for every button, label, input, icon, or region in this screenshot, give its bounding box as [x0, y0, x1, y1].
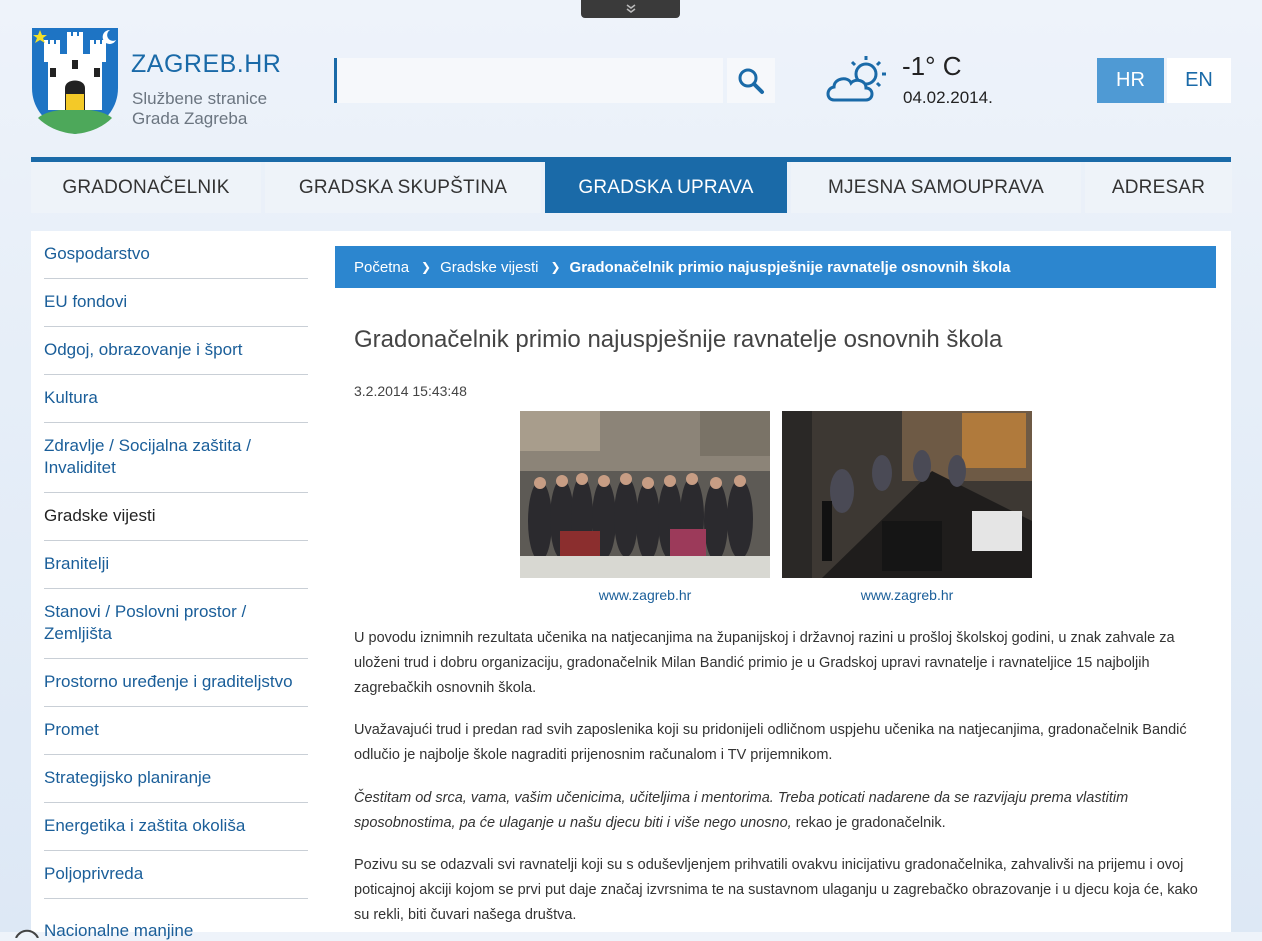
weather-temperature: -1° C: [902, 51, 962, 81]
search-button[interactable]: [727, 58, 775, 103]
accessibility-icon[interactable]: [14, 924, 40, 938]
sidebar-item-promet[interactable]: Promet: [44, 707, 308, 755]
sidebar-item-poljoprivreda[interactable]: Poljoprivreda: [44, 851, 308, 899]
article-photo-group[interactable]: [520, 411, 770, 578]
sidebar-item-stanovi-poslovni-prostor[interactable]: Stanovi / Poslovni prostor / Zemljišta: [44, 589, 308, 659]
search-input[interactable]: [334, 58, 723, 103]
nav-item-gradska-uprava[interactable]: GRADSKA UPRAVA: [545, 162, 787, 213]
weather-date: 04.02.2014.: [903, 88, 993, 107]
search-bar: [334, 58, 775, 103]
sidebar-item-energetika[interactable]: Energetika i zaštita okoliša: [44, 803, 308, 851]
article-quote: Čestitam od srca, vama, vašim učenicima,…: [354, 790, 1129, 831]
sidebar-item-eu-fondovi[interactable]: EU fondovi: [44, 279, 308, 327]
nav-item-adresar[interactable]: ADRESAR: [1085, 162, 1232, 213]
nav-item-gradska-skupstina[interactable]: GRADSKA SKUPŠTINA: [265, 162, 541, 213]
site-subtitle-line-1: Službene stranice: [132, 89, 268, 108]
breadcrumb-home-link[interactable]: Početna: [354, 259, 409, 276]
article-paragraph-1: U povodu iznimnih rezultata učenika na n…: [354, 630, 1175, 696]
nav-item-gradonacelnik[interactable]: GRADONAČELNIK: [31, 162, 261, 213]
sidebar-item-gradske-vijesti[interactable]: Gradske vijesti: [44, 493, 308, 541]
sidebar-item-gospodarstvo[interactable]: Gospodarstvo: [44, 231, 308, 279]
site-subtitle-line-2: Grada Zagreba: [132, 109, 248, 128]
sidebar-item-prostorno-uredjenje[interactable]: Prostorno uređenje i graditeljstvo: [44, 659, 308, 707]
photo-caption-1[interactable]: www.zagreb.hr: [520, 587, 770, 603]
article-title: Gradonačelnik primio najuspješnije ravna…: [354, 326, 1003, 353]
breadcrumb-current: Gradonačelnik primio najuspješnije ravna…: [569, 258, 1011, 276]
article-quote-attribution: rekao je gradonačelnik.: [791, 815, 946, 831]
breadcrumb: Početna ❯ Gradske vijesti ❯ Gradonačelni…: [335, 246, 1216, 288]
main-navigation: GRADONAČELNIK GRADSKA SKUPŠTINA GRADSKA …: [31, 162, 1232, 213]
article-paragraph-4: Pozivu su se odazvali svi ravnatelji koj…: [354, 857, 1198, 923]
breadcrumb-separator-icon: ❯: [421, 260, 432, 274]
breadcrumb-separator-icon: ❯: [550, 260, 561, 274]
sidebar-item-kultura[interactable]: Kultura: [44, 375, 308, 423]
photo-caption-2[interactable]: www.zagreb.hr: [782, 587, 1032, 603]
site-name[interactable]: ZAGREB.HR: [131, 50, 281, 79]
article-paragraph-3: Čestitam od srca, vama, vašim učenicima,…: [354, 786, 1200, 836]
chevron-down-icon: [626, 4, 635, 13]
sidebar-item-zdravlje-socijalna-zastita[interactable]: Zdravlje / Socijalna zaštita / Invalidit…: [44, 423, 308, 493]
partly-cloudy-weather-icon: [826, 56, 886, 102]
zagreb-coat-of-arms-logo[interactable]: [30, 26, 120, 136]
site-subtitle: Službene stranice Grada Zagreba: [132, 89, 292, 129]
article-photo-meeting[interactable]: [782, 411, 1032, 578]
language-en-button[interactable]: EN: [1167, 58, 1231, 103]
nav-item-mjesna-samouprava[interactable]: MJESNA SAMOUPRAVA: [791, 162, 1081, 213]
article-timestamp: 3.2.2014 15:43:48: [354, 383, 467, 399]
breadcrumb-section-link[interactable]: Gradske vijesti: [440, 259, 538, 276]
article-paragraph-2: Uvažavajući trud i predan rad svih zapos…: [354, 722, 1187, 763]
language-hr-button[interactable]: HR: [1097, 58, 1164, 103]
sidebar-menu: Gospodarstvo EU fondovi Odgoj, obrazovan…: [44, 231, 308, 899]
sidebar-item-strategijsko-planiranje[interactable]: Strategijsko planiranje: [44, 755, 308, 803]
sidebar-item-odgoj-obrazovanje-sport[interactable]: Odgoj, obrazovanje i šport: [44, 327, 308, 375]
sidebar-item-branitelji[interactable]: Branitelji: [44, 541, 308, 589]
sidebar-item-nacionalne-manjine[interactable]: Nacionalne manjine: [44, 921, 193, 941]
search-icon: [738, 68, 764, 94]
header-collapse-toggle[interactable]: [581, 0, 680, 18]
